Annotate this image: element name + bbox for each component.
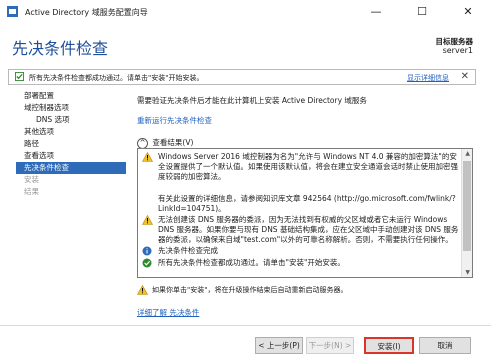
nav-item-review[interactable]: 查看选项: [16, 150, 126, 162]
title-bar: Active Directory 域服务配置向导 — ☐ ✕: [0, 0, 491, 26]
result-text: 所有先决条件检查都成功通过。请单击"安装"开始安装。: [158, 258, 345, 267]
footer-divider: [0, 325, 491, 326]
warning-icon: [142, 152, 153, 162]
warning-icon: [142, 215, 153, 225]
result-item: 先决条件检查完成: [142, 246, 462, 256]
wizard-header: 先决条件检查 目标服务器 server1: [0, 26, 491, 66]
maximize-button[interactable]: ☐: [399, 0, 445, 26]
target-server-name: server1: [442, 46, 473, 55]
nav-item-paths[interactable]: 路径: [16, 138, 126, 150]
cancel-button[interactable]: 取消: [419, 337, 471, 354]
nav-item-dns-options[interactable]: DNS 选项: [16, 114, 126, 126]
wizard-nav: 部署配置 域控制器选项 DNS 选项 其他选项 路径 查看选项 先决条件检查 安…: [16, 90, 126, 198]
result-text: Windows Server 2016 域控制器为名为"允许与 Windows …: [158, 152, 458, 181]
result-text: 无法创建该 DNS 服务器的委派，因为无法找到有权威的父区域或者它未运行 Win…: [158, 215, 459, 244]
lead-text: 需要验证先决条件后才能在此计算机上安装 Active Directory 域服务: [137, 96, 367, 105]
check-icon: [15, 72, 24, 81]
nav-item-deployment[interactable]: 部署配置: [16, 90, 126, 102]
info-icon: [142, 246, 152, 256]
result-item: 有关此设置的详细信息，请参阅知识库文章 942564 (http://go.mi…: [142, 194, 462, 214]
scroll-up-icon[interactable]: ▲: [465, 150, 470, 157]
nav-item-additional-options[interactable]: 其他选项: [16, 126, 126, 138]
page-scrollbar[interactable]: [479, 90, 491, 300]
restart-warning: 如果你单击"安装"，将在升级操作结束后自动重新启动服务器。: [137, 285, 347, 295]
page-title: 先决条件检查: [12, 39, 109, 58]
main-content: 需要验证先决条件后才能在此计算机上安装 Active Directory 域服务…: [137, 95, 477, 126]
view-results-toggle[interactable]: ^ 查看结果(V): [137, 137, 193, 149]
warning-icon: [137, 285, 148, 295]
rerun-check-link[interactable]: 重新运行先决条件检查: [137, 115, 477, 126]
view-results-label[interactable]: 查看结果(V): [152, 138, 193, 147]
notification-text: 所有先决条件检查都成功通过。请单击"安装"开始安装。: [29, 74, 204, 82]
nav-item-installation: 安装: [24, 175, 39, 184]
scroll-thumb[interactable]: [463, 161, 471, 251]
scroll-down-icon[interactable]: ▼: [465, 269, 470, 276]
nav-item-dc-options[interactable]: 域控制器选项: [16, 102, 126, 114]
show-details-link[interactable]: 显示详细信息: [407, 73, 449, 83]
results-list: Windows Server 2016 域控制器为名为"允许与 Windows …: [137, 148, 473, 278]
notification-bar: 所有先决条件检查都成功通过。请单击"安装"开始安装。 显示详细信息 ✕: [8, 69, 476, 85]
window-title: Active Directory 域服务配置向导: [25, 8, 148, 17]
result-item: 所有先决条件检查都成功通过。请单击"安装"开始安装。: [142, 258, 462, 268]
close-window-button[interactable]: ✕: [445, 0, 491, 26]
result-item: 无法创建该 DNS 服务器的委派，因为无法找到有权威的父区域或者它未运行 Win…: [142, 215, 462, 245]
close-notification-icon[interactable]: ✕: [461, 71, 469, 82]
minimize-button[interactable]: —: [353, 0, 399, 26]
restart-warning-text: 如果你单击"安装"，将在升级操作结束后自动重新启动服务器。: [152, 286, 348, 294]
install-button[interactable]: 安装(I): [364, 337, 414, 354]
success-icon: [142, 258, 152, 268]
result-text: 先决条件检查完成: [158, 246, 218, 255]
learn-more-link[interactable]: 详细了解 先决条件: [137, 307, 199, 318]
previous-button[interactable]: < 上一步(P): [255, 337, 303, 354]
nav-item-prereq-check[interactable]: 先决条件检查: [16, 162, 126, 174]
result-item: Windows Server 2016 域控制器为名为"允许与 Windows …: [142, 152, 462, 182]
collapse-icon[interactable]: ^: [137, 137, 148, 149]
next-button: 下一步(N) >: [306, 337, 354, 354]
nav-item-results: 结果: [24, 187, 39, 196]
ad-wizard-icon: [7, 6, 18, 17]
results-scrollbar[interactable]: ▲ ▼: [461, 149, 472, 277]
result-text: 有关此设置的详细信息，请参阅知识库文章 942564 (http://go.mi…: [158, 194, 456, 213]
